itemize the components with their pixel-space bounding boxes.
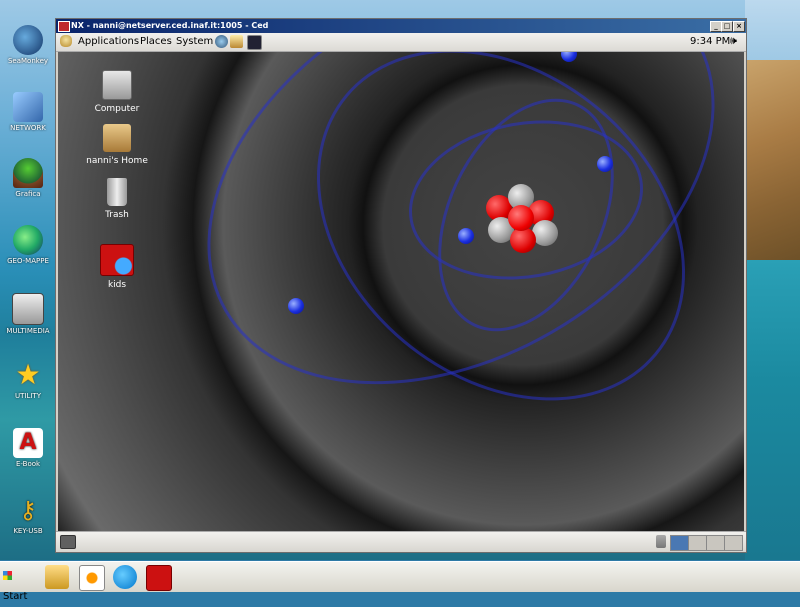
desktop-icon-utility[interactable]: ★ UTILITY [2, 358, 54, 401]
acrobat-icon: A [13, 428, 43, 458]
start-label: Start [3, 591, 28, 602]
show-desktop-icon[interactable] [60, 535, 76, 549]
desktop-icon-label: E-Book [15, 460, 41, 468]
gnome-foot-icon [60, 35, 72, 47]
workspace-2[interactable] [688, 535, 707, 551]
menu-system[interactable]: System [176, 36, 213, 47]
trash-icon [107, 178, 127, 206]
nx-window-titlebar[interactable]: NX - nanni@netserver.ced.inaf.it:1005 - … [56, 19, 746, 33]
globe-icon [13, 225, 43, 255]
media-player-icon[interactable] [79, 565, 105, 591]
gnome-icon-label: kids [107, 280, 127, 290]
gnome-desktop: Computer nanni's Home Trash kids [58, 52, 744, 531]
gnome-icon-label: nanni's Home [86, 156, 148, 166]
gnome-icon-kids[interactable]: kids [77, 244, 157, 290]
desktop-icon-geo-mappe[interactable]: GEO-MAPPE [2, 225, 54, 265]
home-folder-icon [103, 124, 131, 152]
gnome-icon-trash[interactable]: Trash [77, 178, 157, 220]
nucleus-proton [508, 205, 534, 231]
desktop-icon-seamonkey[interactable]: SeaMonkey [2, 25, 54, 65]
file-explorer-icon[interactable] [45, 565, 69, 589]
workspace-4[interactable] [724, 535, 743, 551]
desktop-icon-label: Grafica [15, 190, 41, 198]
window-title: NX - nanni@netserver.ced.inaf.it:1005 - … [71, 21, 269, 30]
maximize-button[interactable]: □ [721, 21, 733, 32]
desktop-icon-label: GEO-MAPPE [7, 257, 49, 265]
desktop-icon-network[interactable]: NETWORK [2, 92, 54, 132]
kids-app-icon [100, 244, 134, 276]
desktop-icon-label: UTILITY [15, 392, 41, 400]
gnome-top-panel: Applications Places System 9:34 PM 🕪 [56, 33, 746, 52]
mail-launcher-icon[interactable] [230, 35, 243, 48]
wallpaper-cliff [745, 60, 800, 260]
tree-icon [13, 158, 43, 188]
panel-trash-icon[interactable] [656, 535, 666, 548]
gnome-icon-home[interactable]: nanni's Home [77, 124, 157, 166]
gnome-icon-computer[interactable]: Computer [77, 70, 157, 114]
terminal-launcher-icon[interactable] [247, 35, 262, 50]
close-button[interactable]: × [733, 21, 745, 32]
panel-clock[interactable]: 9:34 PM [690, 36, 730, 47]
gnome-bottom-panel [56, 531, 746, 552]
nx-logo-icon [58, 21, 70, 32]
desktop-icon-multimedia[interactable]: MULTIMEDIA [2, 293, 54, 335]
key-icon: ⚷ [19, 496, 37, 524]
electron [458, 228, 474, 244]
workspace-3[interactable] [706, 535, 725, 551]
web-browser-launcher-icon[interactable] [215, 35, 228, 48]
electron [288, 298, 304, 314]
nx-client-icon[interactable] [146, 565, 172, 591]
star-icon: ★ [15, 358, 41, 391]
volume-icon[interactable]: 🕪 [730, 35, 741, 47]
electron [597, 156, 613, 172]
seamonkey-icon [13, 25, 43, 55]
desktop-icon-label: NETWORK [10, 124, 46, 132]
workspace-1[interactable] [670, 535, 689, 551]
computer-icon [102, 70, 132, 100]
windows-taskbar: Start [0, 561, 800, 602]
desktop-icon-label: MULTIMEDIA [6, 327, 50, 335]
menu-places[interactable]: Places [140, 36, 172, 47]
desktop-icon-ebook[interactable]: A E-Book [2, 428, 54, 468]
menu-applications[interactable]: Applications [78, 36, 139, 47]
start-button[interactable]: Start [3, 567, 37, 602]
nucleus-proton [510, 227, 536, 253]
desktop-icon-key-usb[interactable]: ⚷ KEY-USB [2, 495, 54, 535]
camera-icon [12, 293, 44, 325]
network-icon [13, 92, 43, 122]
desktop-icon-grafica[interactable]: Grafica [2, 158, 54, 198]
gnome-icon-label: Trash [105, 210, 129, 220]
gnome-icon-label: Computer [94, 104, 140, 114]
windows-logo-icon [3, 571, 12, 580]
desktop-icon-label: KEY-USB [13, 527, 43, 535]
desktop-icon-label: SeaMonkey [7, 57, 49, 65]
wallpaper-sea [745, 260, 800, 560]
nucleus-neutron [532, 220, 558, 246]
nx-window[interactable]: NX - nanni@netserver.ced.inaf.it:1005 - … [55, 18, 747, 553]
skype-icon[interactable] [113, 565, 137, 589]
